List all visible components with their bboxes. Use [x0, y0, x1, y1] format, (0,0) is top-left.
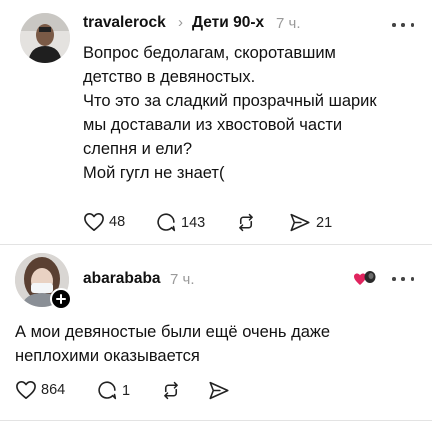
chevron-right-icon: ›: [178, 14, 183, 31]
post-divider: [0, 244, 432, 245]
author-name[interactable]: abarababa: [83, 270, 161, 288]
like-count: 864: [41, 382, 66, 398]
heart-icon: [84, 213, 104, 231]
reply-button[interactable]: 143: [155, 212, 205, 233]
share-button[interactable]: [207, 380, 231, 401]
share-count: 21: [316, 214, 333, 231]
post-line: слепня и ели?: [83, 140, 193, 158]
reply-icon: [98, 381, 117, 400]
post-line: Что это за сладкий прозрачный шарик: [83, 92, 377, 110]
repost-button[interactable]: [235, 212, 257, 233]
post-body: Вопрос бедолагам, скоротавшим детство в …: [83, 41, 377, 185]
share-button[interactable]: 21: [288, 212, 332, 233]
heart-icon: [16, 381, 36, 399]
topic-name[interactable]: Дети 90-х: [192, 14, 264, 32]
repost-button[interactable]: [160, 380, 182, 401]
reply-icon: [157, 213, 176, 232]
reply-button[interactable]: 1: [96, 380, 130, 401]
share-icon: [290, 213, 310, 232]
reaction-heart-icon: [353, 268, 379, 288]
post-line: Вопрос бедолагам, скоротавшим: [83, 44, 336, 62]
post-time: 7 ч.: [276, 15, 301, 32]
follow-plus-icon[interactable]: [50, 288, 72, 310]
post-line: А мои девяностые были ещё очень даже: [15, 323, 331, 341]
post-line: детство в девяностых.: [83, 68, 256, 86]
post-line: Мой гугл не знает(: [83, 164, 225, 182]
post-body: А мои девяностые были ещё очень даже неп…: [15, 320, 330, 368]
repost-icon: [164, 381, 178, 400]
like-count: 48: [109, 214, 126, 230]
post-divider: [0, 420, 432, 421]
repost-icon: [239, 213, 253, 232]
post-line: мы доставали из хвостовой части: [83, 116, 343, 134]
post-line: неплохими оказывается: [15, 347, 200, 365]
post-time: 7 ч.: [170, 271, 195, 288]
like-button[interactable]: 48: [83, 212, 125, 232]
more-icon[interactable]: [392, 272, 414, 286]
share-icon: [209, 381, 229, 400]
author-name[interactable]: travalerock: [83, 14, 166, 32]
reply-count: 1: [122, 382, 131, 399]
reply-count: 143: [181, 214, 206, 231]
like-button[interactable]: 864: [15, 380, 65, 400]
author-avatar[interactable]: [20, 13, 70, 63]
more-icon[interactable]: [392, 18, 414, 32]
